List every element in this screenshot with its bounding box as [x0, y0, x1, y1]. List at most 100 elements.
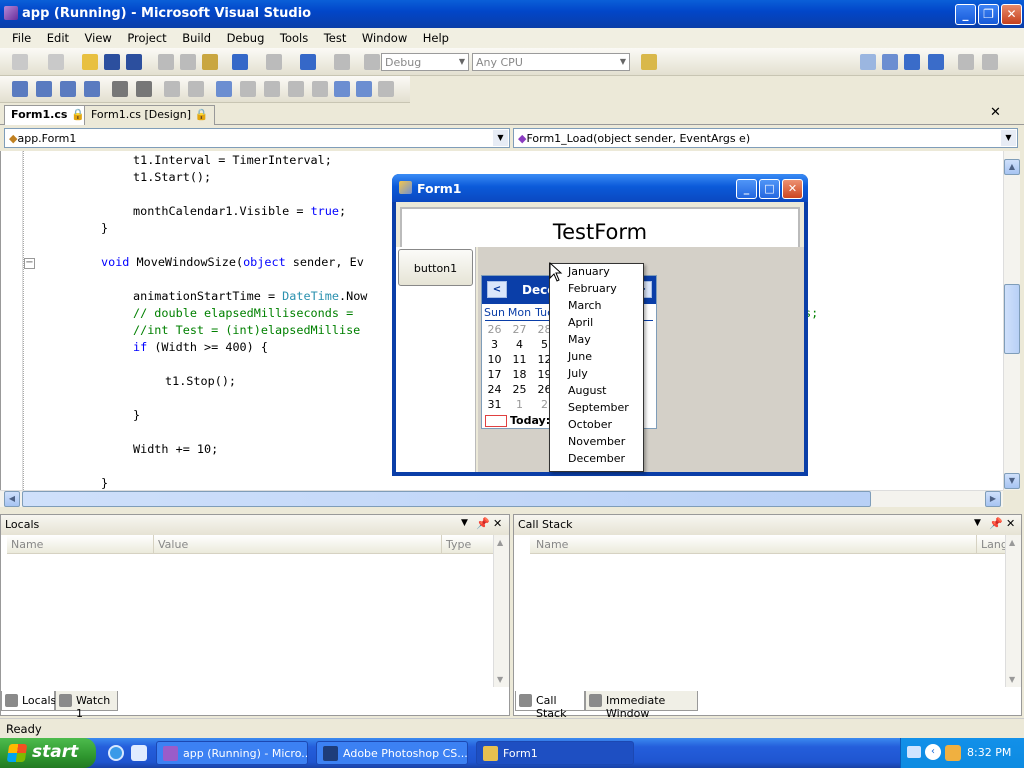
calendar-day[interactable]: 18 [507, 368, 532, 381]
calendar-day[interactable]: 25 [507, 383, 532, 396]
form1-title-bar[interactable]: Form1 _ □ ✕ [392, 174, 808, 202]
menu-file[interactable]: File [6, 28, 37, 48]
task-form1[interactable]: Form1 [476, 741, 634, 765]
dropdown-icon[interactable]: ▼ [461, 518, 468, 528]
show-hidden-icons-icon[interactable]: ‹ [925, 744, 941, 760]
tab-form1-cs[interactable]: Form1.cs 🔒 [4, 105, 92, 125]
network-icon[interactable] [945, 745, 961, 761]
tab-form1-design[interactable]: Form1.cs [Design] 🔒 [84, 105, 216, 125]
menu-test[interactable]: Test [318, 28, 353, 48]
member-combo[interactable]: ◆Form1_Load(object sender, EventArgs e) ▼ [513, 128, 1018, 148]
tab-immediate-window[interactable]: Immediate Window [585, 691, 698, 720]
form-close-button[interactable]: ✕ [782, 179, 803, 199]
pin-icon[interactable]: 📌 [476, 517, 490, 530]
calendar-day[interactable]: 10 [482, 353, 507, 366]
close-pane-icon[interactable]: ✕ [1006, 517, 1015, 530]
calendar-day[interactable]: 24 [482, 383, 507, 396]
month-item-july[interactable]: July [550, 366, 643, 383]
menu-project[interactable]: Project [121, 28, 172, 48]
prev-bookmark-folder-icon[interactable] [288, 81, 304, 97]
button1[interactable]: button1 [398, 249, 473, 286]
column-header-type[interactable]: Type [441, 535, 493, 554]
start-button[interactable]: start [0, 738, 96, 768]
calendar-day[interactable]: 4 [507, 338, 532, 351]
properties-icon[interactable] [12, 81, 28, 97]
save-all-icon[interactable] [126, 54, 142, 70]
solution-config-combo[interactable]: Debug ▼ [381, 53, 469, 71]
scroll-left-icon[interactable]: ◀ [4, 491, 20, 507]
class-combo[interactable]: ◆app.Form1 ▼ [4, 128, 510, 148]
month-item-april[interactable]: April [550, 315, 643, 332]
month-item-october[interactable]: October [550, 417, 643, 434]
next-bookmark-icon[interactable] [264, 81, 280, 97]
task-visual-studio[interactable]: app (Running) - Micro... [156, 741, 308, 765]
menu-window[interactable]: Window [356, 28, 413, 48]
calendar-day[interactable]: 1 [507, 398, 532, 411]
redo-icon[interactable] [266, 54, 282, 70]
month-item-january[interactable]: January [550, 264, 643, 281]
next-bookmark-doc-icon[interactable] [356, 81, 372, 97]
navigate-forward-icon[interactable] [334, 54, 350, 70]
clear-bookmarks-icon[interactable] [378, 81, 394, 97]
form-maximize-button[interactable]: □ [759, 179, 780, 199]
cut-icon[interactable] [158, 54, 174, 70]
internet-explorer-icon[interactable] [108, 745, 124, 761]
month-item-december[interactable]: December [550, 451, 643, 468]
uncomment-icon[interactable] [188, 81, 204, 97]
month-item-august[interactable]: August [550, 383, 643, 400]
month-item-november[interactable]: November [550, 434, 643, 451]
add-item-icon[interactable] [48, 54, 64, 70]
tab-watch1[interactable]: Watch 1 [55, 691, 118, 720]
call-stack-scrollbar[interactable]: ▲ ▼ [1005, 535, 1021, 687]
month-item-february[interactable]: February [550, 281, 643, 298]
prev-bookmark-doc-icon[interactable] [334, 81, 350, 97]
start-debugging-icon[interactable] [364, 54, 380, 70]
column-header-value[interactable]: Value [153, 535, 441, 554]
month-item-may[interactable]: May [550, 332, 643, 349]
open-file-icon[interactable] [82, 54, 98, 70]
menu-tools[interactable]: Tools [274, 28, 314, 48]
restore-button[interactable]: ❐ [978, 4, 999, 25]
bookmark-icon[interactable] [216, 81, 232, 97]
save-icon[interactable] [104, 54, 120, 70]
calendar-day[interactable]: 27 [507, 323, 532, 336]
minimize-button[interactable]: _ [955, 4, 976, 25]
next-bookmark-folder-icon[interactable] [312, 81, 328, 97]
clock[interactable]: 8:32 PM [967, 746, 1011, 759]
calendar-day[interactable]: 3 [482, 338, 507, 351]
today-label[interactable]: Today: [510, 414, 550, 427]
editor-vertical-scrollbar[interactable]: ▲ ▼ [1003, 151, 1020, 490]
prev-bookmark-icon[interactable] [240, 81, 256, 97]
pin-icon[interactable]: 📌 [989, 517, 1003, 530]
scroll-right-icon[interactable]: ▶ [985, 491, 1001, 507]
column-header-name[interactable]: Name [7, 535, 153, 554]
column-header-language[interactable]: Langu [976, 535, 1015, 554]
restart-icon[interactable] [928, 54, 944, 70]
month-item-september[interactable]: September [550, 400, 643, 417]
collapse-icon[interactable]: − [24, 258, 35, 269]
tab-locals[interactable]: Locals [1, 691, 56, 711]
task-photoshop[interactable]: Adobe Photoshop CS... [316, 741, 468, 765]
close-pane-icon[interactable]: ✕ [493, 517, 502, 530]
month-item-march[interactable]: March [550, 298, 643, 315]
dropdown-icon[interactable]: ▼ [974, 518, 981, 528]
navigate-backward-icon[interactable] [300, 54, 316, 70]
calendar-day[interactable]: 26 [482, 323, 507, 336]
break-all-icon[interactable] [882, 54, 898, 70]
month-item-june[interactable]: June [550, 349, 643, 366]
call-stack-pane[interactable]: Call Stack ▼ 📌 ✕ Name Langu ▲ ▼ [513, 514, 1022, 716]
decrease-indent-icon[interactable] [112, 81, 128, 97]
class-view-icon[interactable] [36, 81, 52, 97]
new-project-icon[interactable] [12, 54, 28, 70]
calendar-day[interactable]: 11 [507, 353, 532, 366]
continue-icon[interactable] [860, 54, 876, 70]
copy-icon[interactable] [180, 54, 196, 70]
increase-indent-icon[interactable] [136, 81, 152, 97]
stop-debugging-icon[interactable] [904, 54, 920, 70]
tab-call-stack[interactable]: Call Stack [515, 691, 585, 720]
step-into-icon[interactable] [982, 54, 998, 70]
locals-pane[interactable]: Locals ▼ 📌 ✕ Name Value Type ▲ ▼ [0, 514, 510, 716]
menu-build[interactable]: Build [176, 28, 217, 48]
column-header-name[interactable]: Name [530, 535, 976, 554]
editor-horizontal-scrollbar[interactable]: ◀ ▶ [0, 490, 1003, 507]
